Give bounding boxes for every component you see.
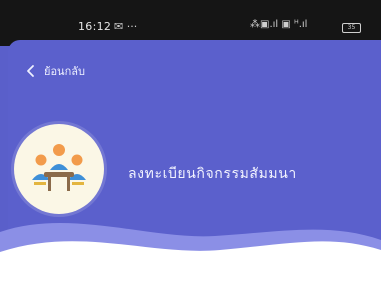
page-title: ลงทะเบียนกิจกรรมสัมมนา (128, 166, 297, 182)
status-time: 16:12 (78, 20, 112, 33)
battery-icon: 35 (342, 23, 361, 33)
signal-icons: ⁂▣.ıl ▣ ᴴ.ıl (250, 19, 308, 30)
status-bar: 16:12 ✉ ··· ⁂▣.ıl ▣ ᴴ.ıl 35 (0, 14, 381, 42)
app-screen: 16:12 ✉ ··· ⁂▣.ıl ▣ ᴴ.ıl 35 ย้อนกลับ ลงท… (0, 0, 381, 296)
back-label: ย้อนกลับ (44, 65, 85, 78)
meeting-people-icon (32, 144, 86, 191)
header-wave (0, 222, 381, 296)
notification-icons: ✉ ··· (114, 20, 138, 33)
chevron-left-icon (27, 65, 34, 77)
back-button[interactable]: ย้อนกลับ (24, 60, 85, 82)
